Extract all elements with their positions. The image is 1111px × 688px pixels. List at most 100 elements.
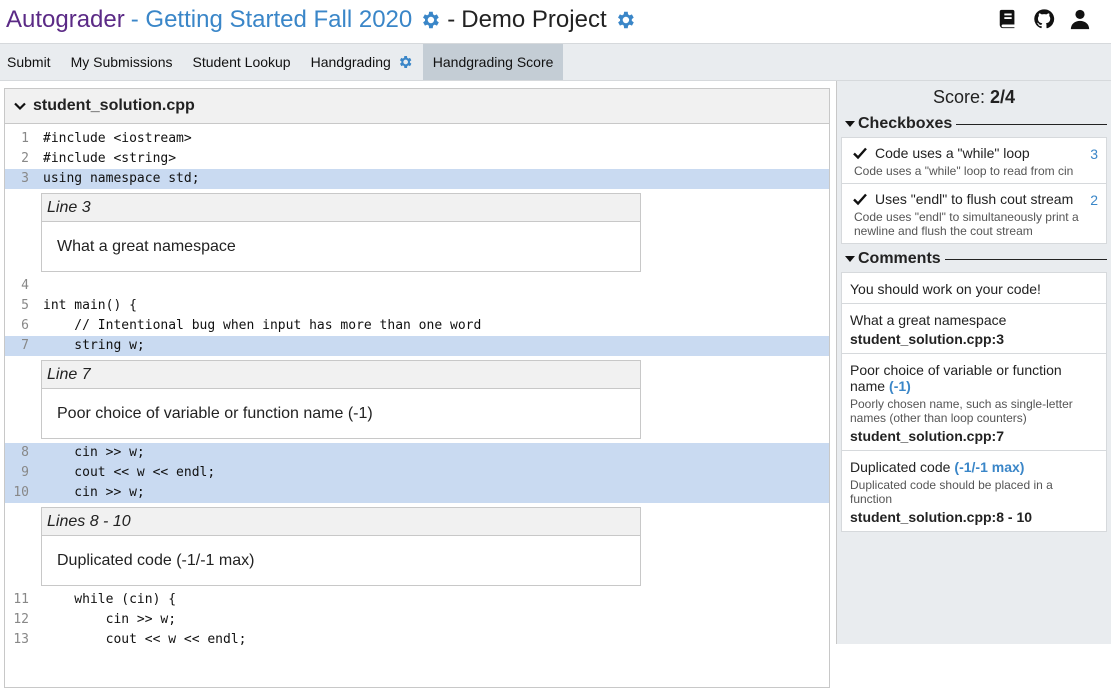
comment-location[interactable]: student_solution.cpp:8 - 10	[850, 509, 1098, 525]
file-name: student_solution.cpp	[33, 97, 195, 114]
code-line[interactable]: 1 #include <iostream>	[5, 129, 829, 149]
line-number: 11	[13, 592, 29, 607]
tab-student-lookup[interactable]: Student Lookup	[183, 44, 301, 80]
comment-location[interactable]: student_solution.cpp:3	[850, 331, 1098, 347]
comments-section-toggle[interactable]: Comments	[845, 250, 1111, 268]
collapse-triangle-icon[interactable]	[845, 121, 855, 127]
comment-points: (-1/-1 max)	[954, 459, 1025, 475]
line-text: using namespace std;	[43, 171, 200, 186]
inline-comment: Line 7 Poor choice of variable or functi…	[41, 360, 641, 439]
checkbox-label: Uses "endl" to flush cout stream	[875, 191, 1074, 207]
line-text: cin >> w;	[43, 445, 145, 460]
line-number: 2	[21, 151, 29, 166]
inline-comment-text: Duplicated code (-1/-1 max)	[57, 552, 255, 569]
file-panel: student_solution.cpp 1 #include <iostream…	[4, 88, 830, 688]
file-header[interactable]: student_solution.cpp	[5, 89, 829, 124]
tab-handgrading-score[interactable]: Handgrading Score	[422, 44, 564, 80]
checkbox-checked-icon[interactable]	[852, 145, 868, 161]
file-viewer-panel: student_solution.cpp 1 #include <iostream…	[0, 81, 836, 688]
line-number: 10	[13, 485, 29, 500]
checkbox-checked-icon[interactable]	[852, 191, 868, 207]
inline-comment-header: Line 7	[42, 361, 640, 389]
line-number: 5	[21, 298, 29, 313]
line-number: 12	[13, 612, 29, 627]
checkboxes-title: Checkboxes	[858, 115, 953, 132]
inline-comment-header: Line 3	[42, 194, 640, 222]
section-divider	[944, 258, 1107, 260]
line-number: 3	[21, 171, 29, 186]
line-text: cout << w << endl;	[43, 632, 247, 647]
checkbox-list: Code uses a "while" loop 3 Code uses a "…	[841, 137, 1107, 244]
inline-comment: Lines 8 - 10 Duplicated code (-1/-1 max)	[41, 507, 641, 586]
comments-title: Comments	[858, 250, 941, 267]
line-number: 7	[21, 338, 29, 353]
tab-submit[interactable]: Submit	[0, 44, 61, 80]
code-line[interactable]: 4	[5, 276, 829, 296]
brand-link[interactable]: Autograder	[6, 5, 125, 35]
checkbox-description: Code uses a "while" loop to read from ci…	[854, 164, 1074, 178]
line-text: #include <iostream>	[43, 131, 192, 146]
header-icons	[997, 8, 1091, 30]
code-line[interactable]: 6 // Intentional bug when input has more…	[5, 316, 829, 336]
comment-text: You should work on your code!	[850, 281, 1041, 297]
line-text: int main() {	[43, 298, 137, 313]
collapse-triangle-icon[interactable]	[845, 256, 855, 262]
github-icon[interactable]	[1033, 8, 1055, 30]
code-line-highlighted[interactable]: 10 cin >> w;	[5, 483, 829, 503]
comment-description: Poorly chosen name, such as single-lette…	[850, 397, 1073, 425]
line-number: 4	[21, 278, 29, 293]
project-name: Demo Project	[461, 6, 607, 33]
code-line[interactable]: 11 while (cin) {	[5, 590, 829, 610]
user-icon[interactable]	[1069, 8, 1091, 30]
inline-comment-text: What a great namespace	[57, 238, 236, 255]
line-text: cin >> w;	[43, 485, 145, 500]
project-settings-gear-icon[interactable]	[614, 9, 636, 31]
comment-item[interactable]: You should work on your code!	[842, 273, 1106, 304]
comment-item[interactable]: What a great namespace student_solution.…	[842, 304, 1106, 354]
chevron-down-icon[interactable]	[13, 99, 27, 113]
page-title: Autograder - Getting Started Fall 2020 -…	[6, 5, 636, 35]
line-text: string w;	[43, 338, 145, 353]
code-line-highlighted[interactable]: 9 cout << w << endl;	[5, 463, 829, 483]
code-line-highlighted[interactable]: 3 using namespace std;	[5, 169, 829, 189]
comment-text: Duplicated code	[850, 459, 951, 475]
course-settings-gear-icon[interactable]	[419, 9, 441, 31]
comment-location[interactable]: student_solution.cpp:7	[850, 428, 1098, 444]
code-line[interactable]: 2 #include <string>	[5, 149, 829, 169]
line-number: 6	[21, 318, 29, 333]
comment-description: Duplicated code should be placed in a fu…	[850, 478, 1053, 506]
book-icon[interactable]	[997, 8, 1019, 30]
line-number: 9	[21, 465, 29, 480]
comment-list: You should work on your code! What a gre…	[841, 272, 1107, 532]
code-line-highlighted[interactable]: 8 cin >> w;	[5, 443, 829, 463]
line-number: 8	[21, 445, 29, 460]
course-link[interactable]: - Getting Started Fall 2020	[131, 5, 412, 35]
comment-text: What a great namespace	[850, 312, 1007, 328]
handgrading-settings-gear-icon[interactable]	[397, 54, 413, 70]
tab-handgrading[interactable]: Handgrading	[301, 44, 423, 80]
comment-item[interactable]: Duplicated code (-1/-1 max) Duplicated co…	[842, 451, 1106, 531]
section-divider	[956, 123, 1107, 125]
tab-handgrading-label: Handgrading	[310, 54, 391, 70]
comment-item[interactable]: Poor choice of variable or function name…	[842, 354, 1106, 451]
code-line[interactable]: 12 cin >> w;	[5, 610, 829, 630]
inline-comment-header: Lines 8 - 10	[42, 508, 640, 536]
checkbox-description: Code uses "endl" to simultaneously print…	[854, 210, 1079, 238]
line-number: 13	[13, 632, 29, 647]
tab-my-submissions[interactable]: My Submissions	[61, 44, 183, 80]
inline-comment: Line 3 What a great namespace	[41, 193, 641, 272]
tab-bar: Submit My Submissions Student Lookup Han…	[0, 43, 1111, 81]
checkbox-points: 2	[1090, 192, 1098, 208]
score-value: 2/4	[990, 87, 1016, 107]
code-line[interactable]: 5 int main() {	[5, 296, 829, 316]
code-line-highlighted[interactable]: 7 string w;	[5, 336, 829, 356]
checkboxes-section-toggle[interactable]: Checkboxes	[845, 115, 1111, 133]
code-line[interactable]: 13 cout << w << endl;	[5, 630, 829, 650]
line-text: // Intentional bug when input has more t…	[43, 318, 482, 333]
line-text: while (cin) {	[43, 592, 177, 607]
app-header: Autograder - Getting Started Fall 2020 -…	[0, 0, 1111, 43]
line-number: 1	[21, 131, 29, 146]
title-separator: -	[447, 6, 456, 33]
checkbox-label: Code uses a "while" loop	[875, 145, 1030, 161]
comment-points: (-1)	[889, 378, 911, 394]
